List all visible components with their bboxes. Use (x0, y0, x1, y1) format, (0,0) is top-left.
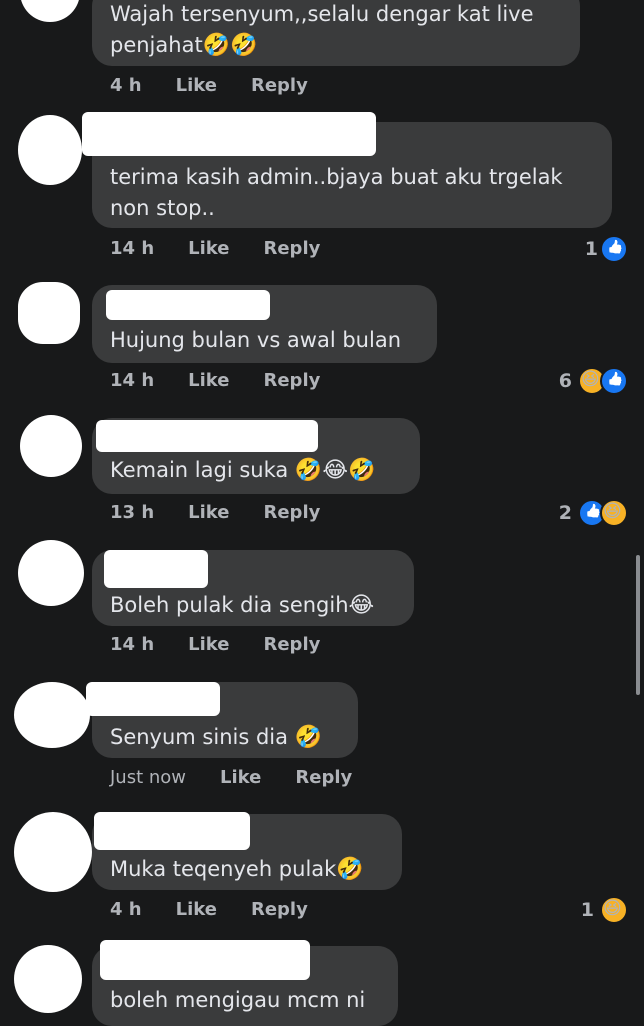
redacted-name (86, 682, 220, 716)
reaction-count: 1 (580, 899, 594, 921)
comment-text: Muka teqenyeh pulak🤣 (110, 857, 364, 882)
comment-meta: 14 h Like Reply (110, 634, 354, 655)
avatar[interactable] (20, 0, 80, 22)
redacted-name (106, 290, 270, 320)
redacted-name (82, 112, 376, 156)
comment-text: Senyum sinis dia 🤣 (110, 725, 323, 750)
comment-meta: 4 h Like Reply (110, 75, 342, 96)
reply-button[interactable]: Reply (263, 502, 320, 523)
emoji-icon: 🤣 (294, 725, 323, 750)
reply-button[interactable]: Reply (263, 238, 320, 259)
avatar[interactable] (18, 115, 82, 185)
comment-text: Kemain lagi suka 🤣😂🤣 (110, 458, 376, 483)
like-button[interactable]: Like (188, 502, 229, 523)
reply-button[interactable]: Reply (251, 899, 308, 920)
redacted-name (96, 420, 318, 452)
reaction-summary[interactable]: 1 (585, 235, 628, 263)
timestamp: 14 h (110, 370, 155, 391)
reaction-count: 6 (558, 370, 572, 392)
like-reaction-icon (600, 367, 628, 395)
redacted-name (94, 812, 250, 850)
timestamp: 4 h (110, 75, 142, 96)
comment-meta: 14 h Like Reply (110, 370, 354, 391)
comment-text: terima kasih admin..bjaya buat aku trgel… (110, 165, 570, 220)
emoji-icon: 🤣 (336, 857, 364, 882)
comment-meta: Just now Like Reply (110, 767, 386, 788)
avatar[interactable] (18, 282, 80, 344)
reaction-count: 1 (584, 238, 598, 260)
timestamp: 13 h (110, 502, 155, 523)
like-button[interactable]: Like (220, 767, 261, 788)
reaction-summary[interactable]: 2 (559, 499, 628, 527)
comment-meta: 4 h Like Reply (110, 899, 342, 920)
redacted-name (104, 550, 208, 588)
reply-button[interactable]: Reply (263, 634, 320, 655)
timestamp: 14 h (110, 238, 155, 259)
reply-button[interactable]: Reply (251, 75, 308, 96)
emoji-icon: 😂 (348, 593, 375, 618)
avatar[interactable] (14, 812, 92, 892)
emoji-icon: 🤣😂🤣 (294, 458, 376, 483)
avatar[interactable] (18, 540, 84, 606)
like-reaction-icon (600, 235, 628, 263)
comment-text: Wajah tersenyum,,selalu dengar kat live … (110, 2, 541, 58)
emoji-icon: 🤣🤣 (202, 33, 258, 58)
timestamp: 4 h (110, 899, 142, 920)
reaction-count: 2 (558, 502, 572, 524)
reply-button[interactable]: Reply (263, 370, 320, 391)
haha-reaction-icon (600, 499, 628, 527)
comment-meta: 13 h Like Reply (110, 502, 354, 523)
like-button[interactable]: Like (176, 75, 217, 96)
reply-button[interactable]: Reply (295, 767, 352, 788)
like-button[interactable]: Like (188, 370, 229, 391)
avatar[interactable] (14, 945, 82, 1013)
like-button[interactable]: Like (188, 634, 229, 655)
comment-text: boleh mengigau mcm ni (110, 988, 366, 1012)
avatar[interactable] (20, 415, 82, 477)
like-button[interactable]: Like (188, 238, 229, 259)
redacted-name (100, 940, 310, 980)
haha-reaction-icon (600, 896, 628, 924)
timestamp: 14 h (110, 634, 155, 655)
comment-text: Boleh pulak dia sengih😂 (110, 593, 375, 618)
reaction-summary[interactable]: 6 (559, 367, 628, 395)
scrollbar[interactable] (636, 555, 640, 695)
comment-text: Hujung bulan vs awal bulan (110, 328, 402, 352)
reaction-summary[interactable]: 1 (581, 896, 628, 924)
avatar[interactable] (14, 682, 90, 748)
comment-meta: 14 h Like Reply (110, 238, 354, 259)
timestamp: Just now (110, 767, 187, 788)
like-button[interactable]: Like (176, 899, 217, 920)
